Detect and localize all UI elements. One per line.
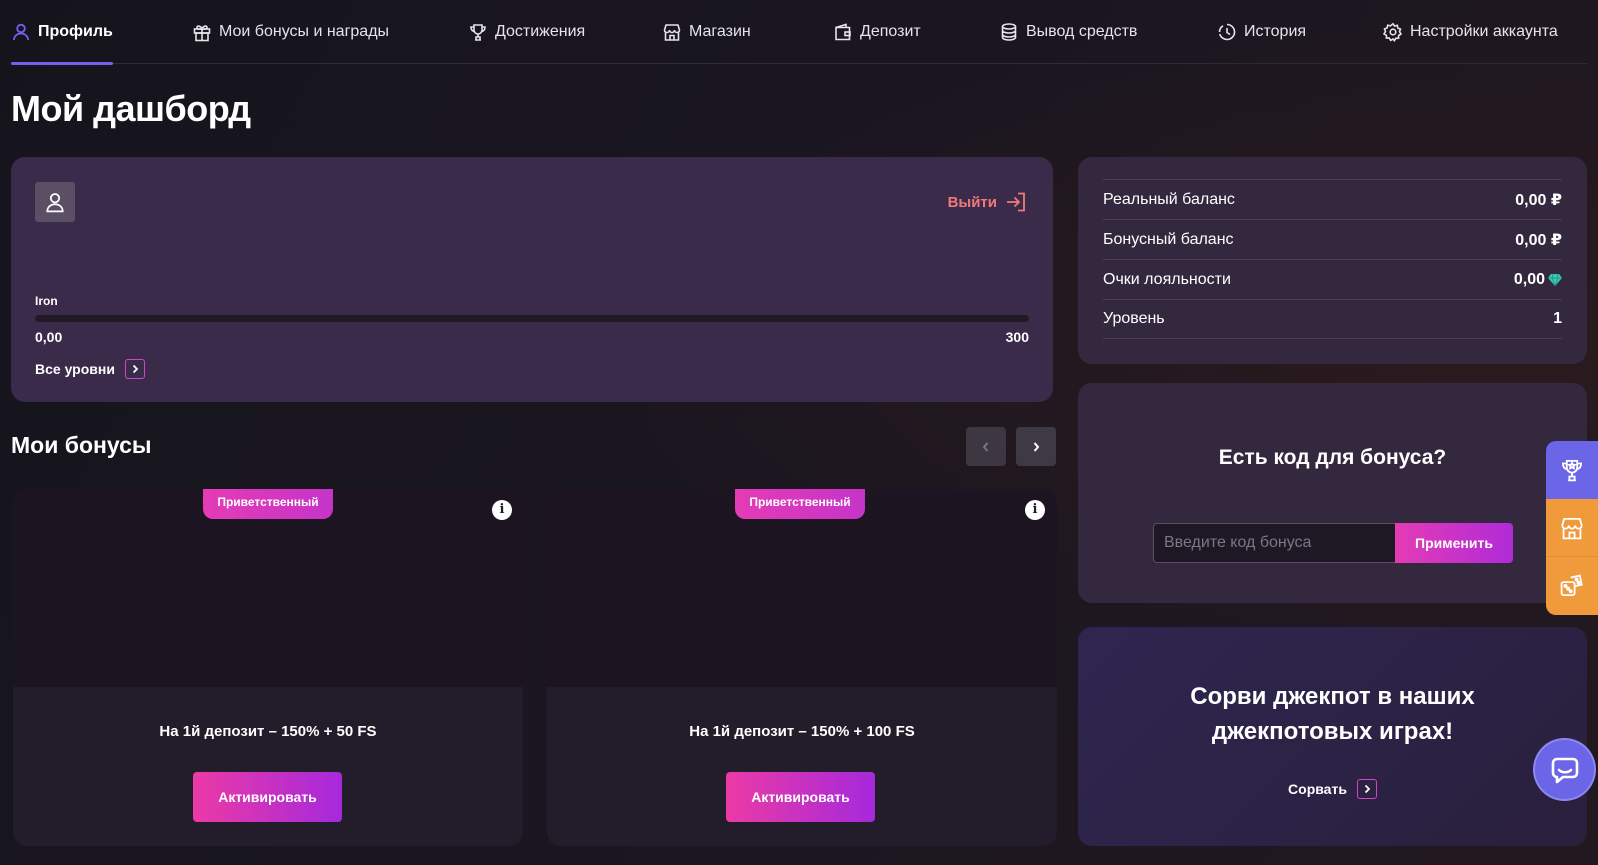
tab-withdraw-label: Вывод средств bbox=[1026, 23, 1138, 40]
tab-history-label: История bbox=[1244, 23, 1307, 40]
gift-icon bbox=[193, 25, 211, 42]
chat-button[interactable] bbox=[1535, 740, 1594, 799]
balance-row-real: Реальный баланс 0,00 ₽ bbox=[1103, 179, 1562, 219]
tab-store-label: Магазин bbox=[689, 23, 751, 40]
balance-row-level: Уровень 1 bbox=[1103, 299, 1562, 339]
logout-label: Выйти bbox=[947, 193, 997, 211]
balance-label: Бонусный баланс bbox=[1103, 230, 1234, 248]
progress-max-value: 300 bbox=[1005, 329, 1029, 345]
floating-sidebar bbox=[1546, 441, 1598, 615]
chevron-left-icon bbox=[982, 441, 989, 452]
tab-store[interactable]: Магазин bbox=[662, 0, 751, 64]
balance-value: 0,00 ₽ bbox=[1515, 191, 1562, 209]
tab-deposit-label: Депозит bbox=[860, 23, 921, 40]
tab-history[interactable]: История bbox=[1217, 0, 1306, 64]
trophy-icon bbox=[1561, 459, 1583, 482]
all-levels-label: Все уровни bbox=[35, 361, 115, 377]
coins-icon bbox=[1001, 23, 1017, 41]
avatar[interactable] bbox=[35, 182, 75, 222]
profile-card: Выйти Iron 0,00 300 Все уровни bbox=[11, 157, 1053, 402]
user-icon bbox=[13, 23, 29, 41]
jackpot-title: Сорви джекпот в наших джекпотовых играх! bbox=[1190, 683, 1475, 745]
tab-withdraw[interactable]: Вывод средств bbox=[999, 0, 1137, 64]
balance-card: Реальный баланс 0,00 ₽ Бонусный баланс 0… bbox=[1078, 157, 1587, 364]
bonus-code-title: Есть код для бонуса? bbox=[1218, 446, 1447, 469]
bonuses-title: Мои бонусы bbox=[11, 432, 152, 458]
tab-account-settings-label: Настройки аккаунта bbox=[1410, 23, 1558, 40]
activate-button[interactable]: Активировать bbox=[726, 772, 875, 822]
level-name: Iron bbox=[35, 294, 58, 308]
bonuses-prev-button[interactable] bbox=[966, 427, 1006, 466]
balance-value-wrap: 0,00 bbox=[1514, 271, 1562, 289]
jackpot-link[interactable]: Сорвать bbox=[1078, 779, 1587, 799]
bonus-card: Приветственный i На 1й депозит – 150% + … bbox=[547, 489, 1057, 846]
bonus-tag: Приветственный bbox=[735, 489, 865, 519]
balance-row-bonus: Бонусный баланс 0,00 ₽ bbox=[1103, 219, 1562, 259]
logout-button[interactable]: Выйти bbox=[948, 191, 1027, 213]
tab-account-settings[interactable]: Настройки аккаунта bbox=[1383, 0, 1558, 64]
store-icon bbox=[663, 24, 681, 41]
jackpot-card: Сорви джекпот в наших джекпотовых играх!… bbox=[1078, 627, 1587, 846]
jackpot-link-label: Сорвать bbox=[1288, 781, 1347, 797]
balance-label: Уровень bbox=[1103, 310, 1165, 327]
tab-achievements-label: Достижения bbox=[495, 23, 586, 40]
tab-profile[interactable]: Профиль bbox=[11, 0, 113, 65]
games-shortcut[interactable] bbox=[1546, 557, 1598, 615]
dice-icon bbox=[1560, 574, 1583, 597]
bonus-code-input[interactable] bbox=[1153, 523, 1395, 563]
bonus-tag: Приветственный bbox=[203, 489, 333, 519]
account-nav: Профиль Мои бонусы и награды Достижения … bbox=[11, 0, 1587, 65]
trophy-icon bbox=[470, 24, 486, 41]
tab-achievements[interactable]: Достижения bbox=[468, 0, 585, 64]
bonuses-next-button[interactable] bbox=[1016, 427, 1056, 466]
chevron-right-icon bbox=[1033, 441, 1040, 452]
balance-label: Реальный баланс bbox=[1103, 190, 1235, 208]
balance-value: 0,00 bbox=[1513, 270, 1545, 288]
tab-bonuses[interactable]: Мои бонусы и награды bbox=[192, 0, 389, 64]
store-icon bbox=[1561, 517, 1583, 539]
page-title: Мой дашборд bbox=[11, 88, 251, 129]
apply-button[interactable]: Применить bbox=[1395, 523, 1513, 563]
store-shortcut[interactable] bbox=[1546, 499, 1598, 557]
balance-value: 1 bbox=[1553, 310, 1562, 327]
tab-deposit[interactable]: Депозит bbox=[833, 0, 921, 64]
user-icon bbox=[46, 193, 64, 213]
all-levels-link[interactable]: Все уровни bbox=[35, 359, 145, 379]
balance-value: 0,00 ₽ bbox=[1515, 231, 1562, 249]
chat-icon bbox=[1551, 757, 1578, 783]
history-icon bbox=[1218, 23, 1236, 41]
bonus-name: На 1й депозит – 150% + 100 FS bbox=[689, 723, 915, 740]
progress-min-value: 0,00 bbox=[35, 329, 63, 345]
achievements-shortcut[interactable] bbox=[1546, 441, 1598, 499]
wallet-icon bbox=[835, 23, 851, 41]
chevron-right-icon bbox=[124, 359, 145, 379]
bonus-code-card: Есть код для бонуса? Применить bbox=[1078, 383, 1587, 603]
bonus-card: Приветственный i На 1й депозит – 150% + … bbox=[13, 489, 523, 846]
logout-icon bbox=[1007, 192, 1025, 212]
gear-icon bbox=[1383, 22, 1403, 42]
balance-label: Очки лояльности bbox=[1103, 270, 1231, 288]
chevron-right-icon bbox=[1356, 779, 1377, 799]
tab-bonuses-label: Мои бонусы и награды bbox=[219, 23, 390, 40]
level-progress-bar bbox=[35, 315, 1029, 322]
gem-icon bbox=[1548, 273, 1562, 286]
bonus-name: На 1й депозит – 150% + 50 FS bbox=[159, 723, 377, 740]
tab-profile-label: Профиль bbox=[38, 23, 113, 40]
info-icon[interactable]: i bbox=[492, 500, 512, 520]
balance-row-loyalty: Очки лояльности 0,00 bbox=[1103, 259, 1562, 299]
info-icon[interactable]: i bbox=[1025, 500, 1045, 520]
activate-button[interactable]: Активировать bbox=[193, 772, 342, 822]
